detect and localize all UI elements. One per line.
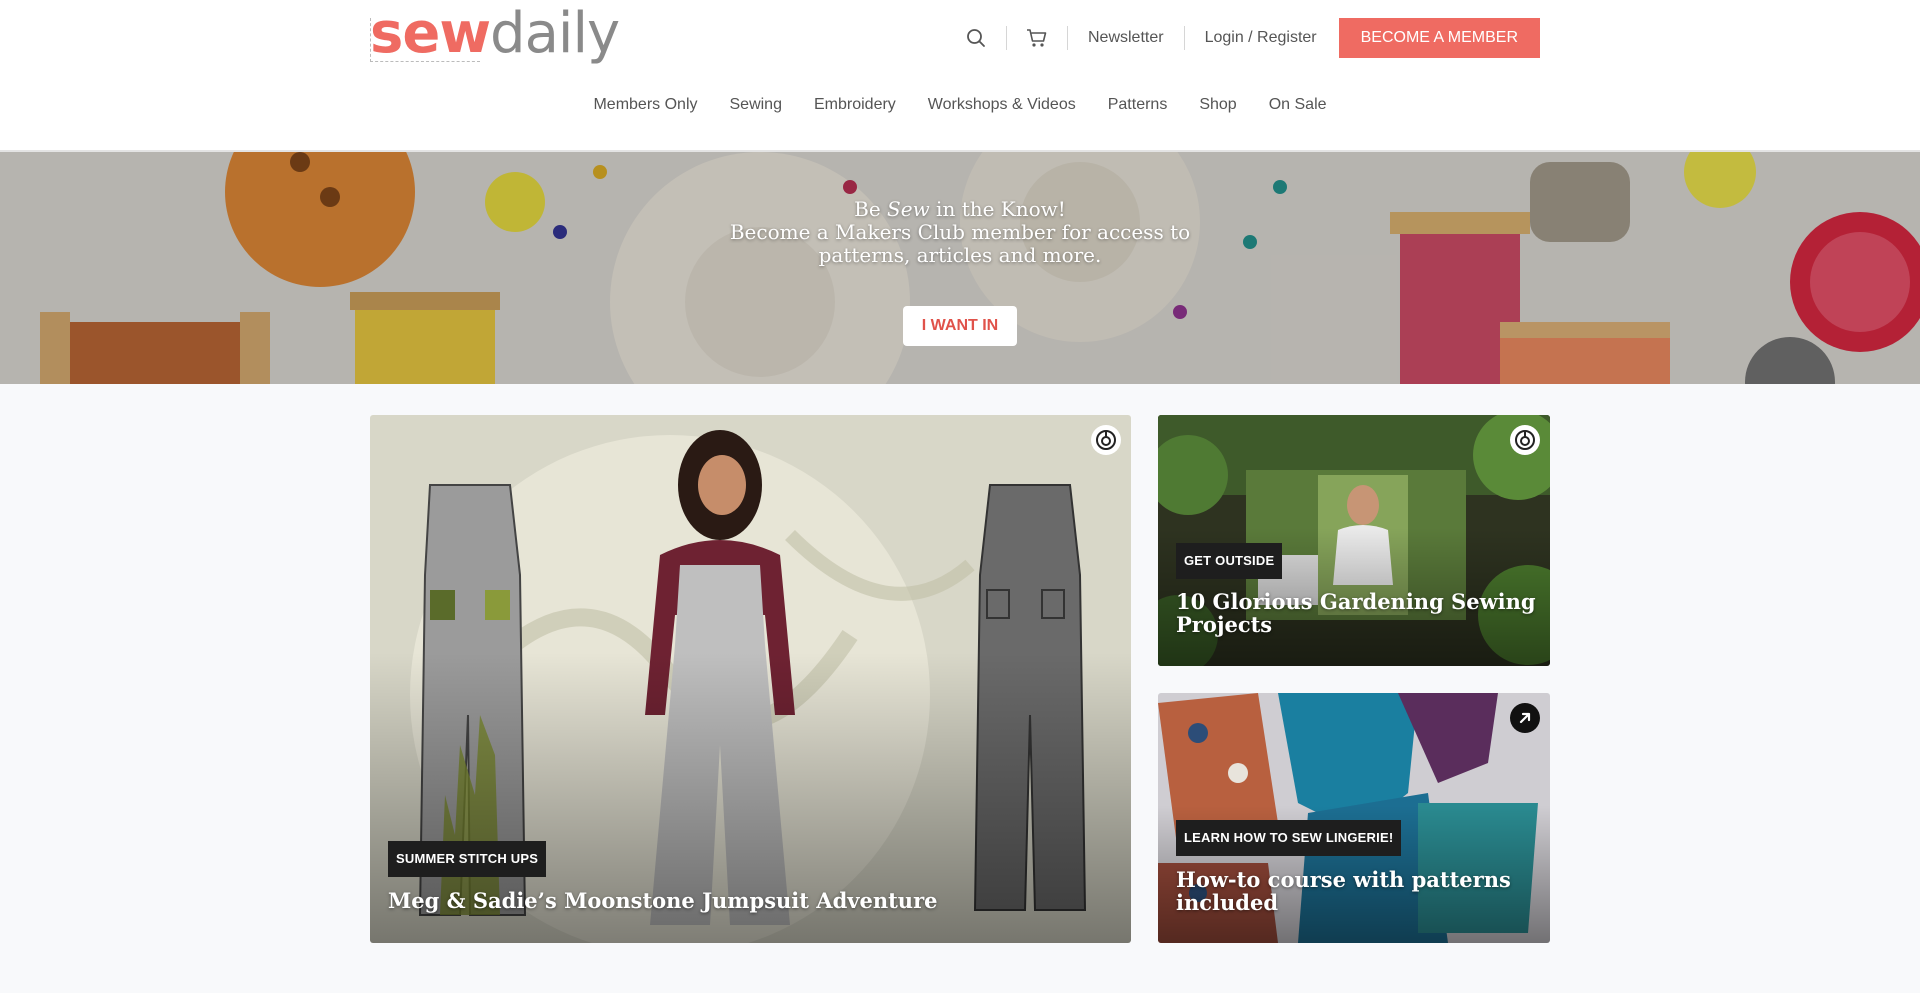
site-logo[interactable]: sew daily [370, 1, 620, 66]
nav-item-sewing[interactable]: Sewing [714, 96, 798, 114]
search-icon[interactable] [956, 18, 996, 58]
nav-item-shop[interactable]: Shop [1183, 96, 1252, 114]
login-register-link[interactable]: Login / Register [1195, 29, 1327, 47]
card-badge: SUMMER STITCH UPS [388, 841, 547, 877]
hero-line-2: Become a Makers Club member for access t… [729, 220, 1191, 244]
hero-line-1: Be Sew in the Know! [0, 198, 1920, 221]
nav-item-workshops-videos[interactable]: Workshops & Videos [912, 96, 1092, 114]
become-member-button[interactable]: BECOME A MEMBER [1338, 18, 1540, 58]
cart-icon[interactable] [1017, 18, 1057, 58]
card-title: How-to course with patterns included [1176, 867, 1511, 915]
card-badge: LEARN HOW TO SEW LINGERIE! [1176, 820, 1402, 856]
divider [1183, 26, 1185, 50]
members-icon [1091, 425, 1121, 455]
logo-sew: sew [370, 1, 491, 66]
nav-item-embroidery[interactable]: Embroidery [798, 96, 912, 114]
nav-item-patterns[interactable]: Patterns [1092, 96, 1184, 114]
divider [1005, 26, 1007, 50]
card-title: Meg & Sadie’s Moonstone Jumpsuit Adventu… [388, 888, 938, 913]
card-title: 10 Glorious Gardening Sewing Projects [1176, 589, 1536, 637]
newsletter-link[interactable]: Newsletter [1078, 29, 1174, 47]
nav-item-members-only[interactable]: Members Only [577, 96, 713, 114]
main-nav: Members Only Sewing Embroidery Workshops… [0, 96, 1920, 114]
feature-card-gardening[interactable]: GET OUTSIDE 10 Glorious Gardening Sewing… [1158, 415, 1550, 666]
hero-banner: Be Sew in the Know! Become a Makers Club… [0, 152, 1920, 384]
nav-item-on-sale[interactable]: On Sale [1253, 96, 1343, 114]
hero-line-1-em: Sew [887, 197, 930, 221]
hero-message: Be Sew in the Know! Become a Makers Club… [0, 198, 1920, 267]
logo-daily: daily [490, 1, 620, 66]
hero-line-1-post: in the Know! [929, 197, 1066, 221]
members-icon [1510, 425, 1540, 455]
feature-card-main[interactable]: SUMMER STITCH UPS Meg & Sadie’s Moonston… [370, 415, 1131, 943]
i-want-in-button[interactable]: I WANT IN [903, 306, 1017, 346]
hero-line-3: patterns, articles and more. [818, 243, 1102, 267]
card-badge: GET OUTSIDE [1176, 543, 1283, 579]
utility-bar: Newsletter Login / Register BECOME A MEM… [956, 18, 1540, 58]
feature-card-lingerie[interactable]: LEARN HOW TO SEW LINGERIE! How-to course… [1158, 693, 1550, 943]
site-header: sew daily Newsletter Login / Register BEC… [0, 0, 1920, 152]
hero-line-1-pre: Be [854, 197, 888, 221]
external-link-icon [1510, 703, 1540, 733]
divider [1066, 26, 1068, 50]
hero-overlay [0, 152, 1920, 384]
